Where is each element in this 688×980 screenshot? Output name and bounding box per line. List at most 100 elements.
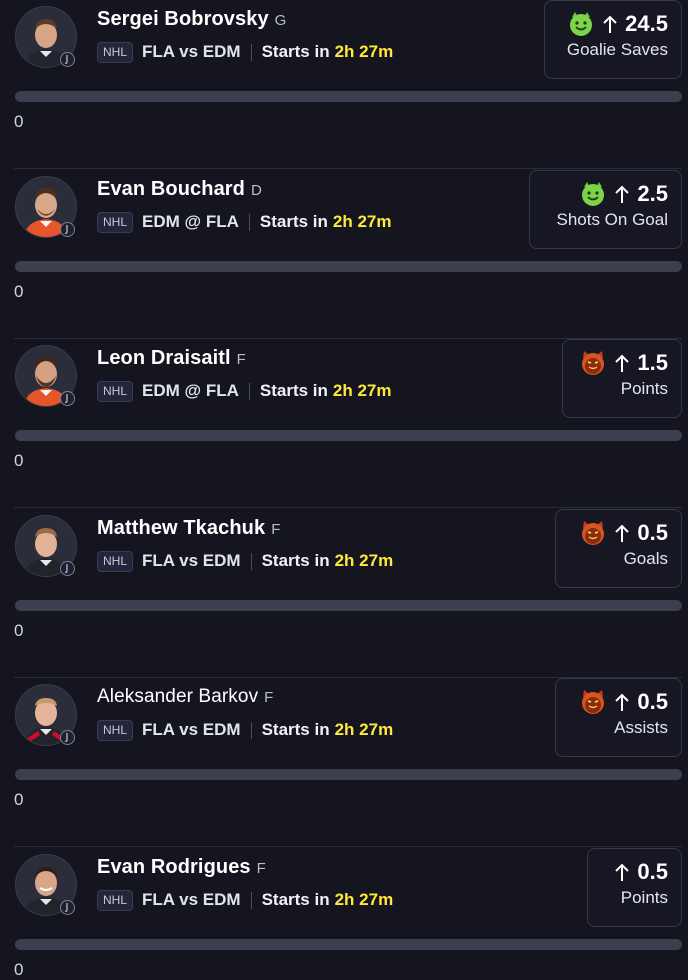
green-smiley-emoji-icon bbox=[568, 11, 594, 37]
player-name[interactable]: Sergei Bobrovsky bbox=[97, 8, 269, 30]
starts-label: Starts in bbox=[261, 42, 330, 61]
matchup: FLA vs EDM bbox=[142, 720, 241, 739]
player-prop-list: Sergei Bobrovsky G NHL FLA vs EDM Starts … bbox=[0, 0, 688, 980]
prop-line-header: 2.5 bbox=[543, 179, 668, 209]
player-card[interactable]: Sergei Bobrovsky G NHL FLA vs EDM Starts … bbox=[0, 0, 688, 169]
prop-line-value: 24.5 bbox=[625, 11, 668, 36]
player-name[interactable]: Evan Rodrigues bbox=[97, 856, 251, 878]
game-info: NHL FLA vs EDM Starts in 2h 27m bbox=[97, 40, 393, 64]
matchup: EDM @ FLA bbox=[142, 381, 239, 400]
prop-line-box[interactable]: 24.5 Goalie Saves bbox=[544, 0, 682, 79]
player-position: F bbox=[236, 351, 246, 368]
countdown-time: 2h 27m bbox=[334, 720, 394, 739]
prop-line-value: 0.5 bbox=[637, 689, 668, 714]
devil-emoji-icon bbox=[580, 689, 606, 715]
progress-value: 0 bbox=[14, 282, 24, 301]
player-position: F bbox=[264, 689, 274, 706]
prop-line-value: 2.5 bbox=[637, 181, 668, 206]
player-name[interactable]: Evan Bouchard bbox=[97, 178, 245, 200]
team-logo-icon bbox=[60, 52, 75, 67]
player-name[interactable]: Aleksander Barkov bbox=[97, 686, 258, 707]
league-badge: NHL bbox=[97, 550, 134, 572]
starts-label: Starts in bbox=[261, 551, 330, 570]
player-name-line: Matthew Tkachuk F bbox=[97, 517, 280, 540]
divider bbox=[250, 721, 252, 739]
countdown-time: 2h 27m bbox=[334, 42, 394, 61]
arrow-up-icon bbox=[614, 353, 630, 373]
league-badge: NHL bbox=[97, 719, 134, 741]
player-name[interactable]: Leon Draisaitl bbox=[97, 347, 231, 369]
arrow-up-icon bbox=[614, 523, 630, 543]
game-info: NHL FLA vs EDM Starts in 2h 27m bbox=[97, 888, 393, 912]
divider bbox=[250, 891, 252, 909]
player-name-line: Aleksander Barkov F bbox=[97, 686, 273, 708]
game-info: NHL EDM @ FLA Starts in 2h 27m bbox=[97, 379, 392, 403]
prop-line-box[interactable]: 1.5 Points bbox=[562, 339, 682, 418]
prop-line-box[interactable]: 2.5 Shots On Goal bbox=[529, 170, 682, 249]
league-badge: NHL bbox=[97, 41, 134, 63]
prop-line-box[interactable]: 0.5 Assists bbox=[555, 678, 682, 757]
arrow-up-icon bbox=[614, 862, 630, 882]
prop-line-header: 0.5 bbox=[569, 518, 668, 548]
progress-bar bbox=[15, 939, 682, 950]
prop-stat-type: Goals bbox=[623, 549, 668, 568]
countdown-time: 2h 27m bbox=[332, 381, 392, 400]
prop-stat-type: Goalie Saves bbox=[566, 40, 668, 59]
prop-line-value: 0.5 bbox=[637, 520, 668, 545]
progress-bar bbox=[15, 91, 682, 102]
prop-line-box[interactable]: 0.5 Points bbox=[587, 848, 682, 927]
league-badge: NHL bbox=[97, 211, 134, 233]
player-position: F bbox=[271, 521, 281, 538]
prop-stat-type: Assists bbox=[614, 718, 668, 737]
card-divider bbox=[14, 168, 682, 169]
prop-line-header: 24.5 bbox=[558, 9, 668, 39]
player-name-line: Evan Bouchard D bbox=[97, 178, 262, 201]
team-logo-icon bbox=[60, 222, 75, 237]
progress-value: 0 bbox=[14, 112, 24, 131]
matchup: FLA vs EDM bbox=[142, 551, 241, 570]
prop-stat-type: Shots On Goal bbox=[556, 210, 668, 229]
prop-line-box[interactable]: 0.5 Goals bbox=[555, 509, 682, 588]
prop-line-header: 1.5 bbox=[576, 348, 668, 378]
progress-bar bbox=[15, 430, 682, 441]
starts-label: Starts in bbox=[261, 890, 330, 909]
player-card[interactable]: Evan Bouchard D NHL EDM @ FLA Starts in 2… bbox=[0, 170, 688, 339]
divider bbox=[248, 213, 250, 231]
countdown-time: 2h 27m bbox=[334, 551, 394, 570]
game-info: NHL FLA vs EDM Starts in 2h 27m bbox=[97, 549, 393, 573]
player-name-line: Evan Rodrigues F bbox=[97, 856, 266, 879]
league-badge: NHL bbox=[97, 889, 134, 911]
player-card[interactable]: Leon Draisaitl F NHL EDM @ FLA Starts in … bbox=[0, 339, 688, 508]
arrow-up-icon bbox=[614, 692, 630, 712]
prop-line-value: 0.5 bbox=[637, 859, 668, 884]
player-name-line: Leon Draisaitl F bbox=[97, 347, 246, 370]
prop-stat-type: Points bbox=[620, 379, 668, 398]
prop-stat-type: Points bbox=[620, 888, 668, 907]
prop-line-header: 0.5 bbox=[569, 687, 668, 717]
matchup: FLA vs EDM bbox=[142, 890, 241, 909]
player-card[interactable]: Aleksander Barkov F NHL FLA vs EDM Starts… bbox=[0, 678, 688, 847]
devil-emoji-icon bbox=[580, 520, 606, 546]
player-card[interactable]: Matthew Tkachuk F NHL FLA vs EDM Starts i… bbox=[0, 509, 688, 678]
player-name-line: Sergei Bobrovsky G bbox=[97, 8, 286, 31]
card-divider bbox=[14, 846, 682, 847]
progress-value: 0 bbox=[14, 621, 24, 640]
player-name[interactable]: Matthew Tkachuk bbox=[97, 517, 265, 539]
team-logo-icon bbox=[60, 900, 75, 915]
countdown-time: 2h 27m bbox=[332, 212, 392, 231]
progress-value: 0 bbox=[14, 790, 24, 809]
green-smiley-emoji-icon bbox=[580, 181, 606, 207]
divider bbox=[250, 43, 252, 61]
player-card[interactable]: Evan Rodrigues F NHL FLA vs EDM Starts in… bbox=[0, 848, 688, 980]
starts-label: Starts in bbox=[259, 381, 328, 400]
progress-bar bbox=[15, 769, 682, 780]
team-logo-icon bbox=[60, 391, 75, 406]
progress-value: 0 bbox=[14, 960, 24, 979]
countdown-time: 2h 27m bbox=[334, 890, 394, 909]
matchup: EDM @ FLA bbox=[142, 212, 239, 231]
card-divider bbox=[14, 507, 682, 508]
game-info: NHL EDM @ FLA Starts in 2h 27m bbox=[97, 210, 392, 234]
arrow-up-icon bbox=[602, 14, 618, 34]
divider bbox=[250, 552, 252, 570]
matchup: FLA vs EDM bbox=[142, 42, 241, 61]
